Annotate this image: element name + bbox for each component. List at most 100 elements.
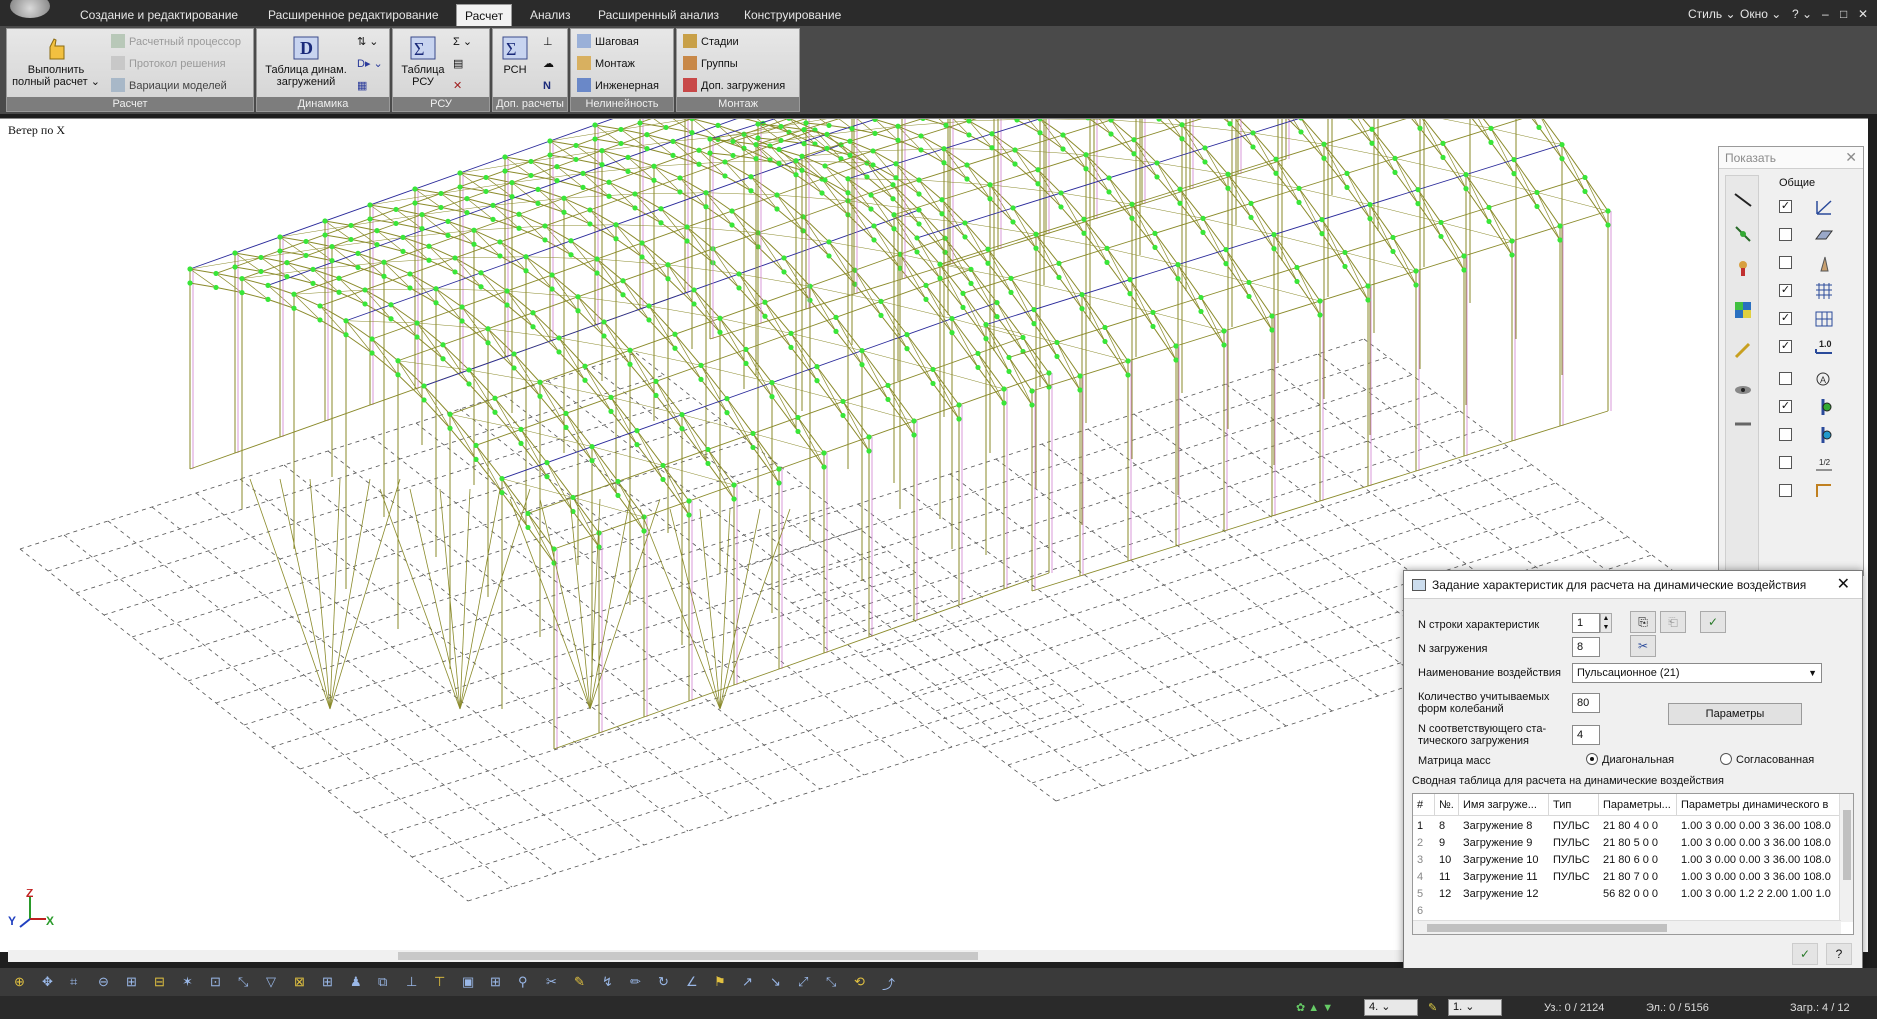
tab-advanced-analysis[interactable]: Расширенный анализ xyxy=(590,4,727,26)
extra-tool-2-icon[interactable]: ☁ xyxy=(543,55,554,73)
dynamics-tool-1-icon[interactable]: ⇅ ⌄ xyxy=(357,33,379,51)
row-number-spinner[interactable]: ▲ ▼ xyxy=(1600,613,1612,633)
toolbar-tool-22-icon[interactable]: ✏ xyxy=(630,974,646,990)
toolbar-tool-21-icon[interactable]: ↯ xyxy=(602,974,618,990)
toolbar-tool-12-icon[interactable]: ♟ xyxy=(350,974,366,990)
toolbar-tool-25-icon[interactable]: ⚑ xyxy=(714,974,730,990)
toolbar-tool-0-icon[interactable]: ⊕ xyxy=(14,974,30,990)
row-number-input[interactable]: 1 xyxy=(1572,613,1600,633)
show-row-supports[interactable] xyxy=(1779,253,1859,275)
col-type[interactable]: Тип xyxy=(1549,794,1599,816)
show-check-4[interactable]: ✓ xyxy=(1779,312,1792,325)
col-dyn-params[interactable]: Параметры динамического в xyxy=(1677,794,1841,816)
table-row[interactable]: 2 9 Загружение 9 ПУЛЬС 21 80 5 0 0 1.00 3 0.0… xyxy=(1413,835,1841,852)
delete-row-icon[interactable]: ✂ xyxy=(1630,635,1656,657)
rsu-table-button[interactable]: Σ Таблица РСУ xyxy=(397,33,449,88)
toolbar-tool-30-icon[interactable]: ⟲ xyxy=(854,974,870,990)
restore-icon[interactable]: □ xyxy=(1840,4,1847,24)
pencil-display-icon[interactable] xyxy=(1733,340,1753,360)
style-menu[interactable]: Стиль ⌄ xyxy=(1688,4,1736,24)
extra-loads-button[interactable]: Доп. загружения xyxy=(683,77,785,95)
toolbar-tool-28-icon[interactable]: ⤢ xyxy=(798,974,814,990)
toolbar-tool-24-icon[interactable]: ∠ xyxy=(686,974,702,990)
show-check-7[interactable]: ✓ xyxy=(1779,400,1792,413)
show-check-9[interactable] xyxy=(1779,456,1792,469)
step-nonlinear-button[interactable]: Шаговая xyxy=(577,33,639,51)
show-check-0[interactable]: ✓ xyxy=(1779,200,1792,213)
toolbar-tool-10-icon[interactable]: ⊠ xyxy=(294,974,310,990)
show-row-section[interactable] xyxy=(1779,481,1859,503)
app-logo-icon[interactable] xyxy=(10,0,50,18)
show-check-2[interactable] xyxy=(1779,256,1792,269)
dynamics-tool-2-icon[interactable]: D▸ ⌄ xyxy=(357,55,383,73)
parameters-button[interactable]: Параметры xyxy=(1668,703,1802,725)
toolbar-tool-29-icon[interactable]: ⤡ xyxy=(826,974,842,990)
stages-button[interactable]: Стадии xyxy=(683,33,739,51)
static-load-input[interactable]: 4 xyxy=(1572,725,1600,745)
rsu-tool-3-icon[interactable]: ✕ xyxy=(453,77,462,95)
show-row-labels[interactable]: A xyxy=(1779,369,1859,391)
groups-button[interactable]: Группы xyxy=(683,55,738,73)
col-number[interactable]: №. xyxy=(1435,794,1459,816)
toolbar-tool-5-icon[interactable]: ⊟ xyxy=(154,974,170,990)
dynamics-tool-3-icon[interactable]: ▦ xyxy=(357,77,367,95)
apply-row-icon[interactable]: ✓ xyxy=(1700,611,1726,633)
dialog-help-icon[interactable]: ? xyxy=(1826,943,1852,965)
ruler-display-icon[interactable] xyxy=(1733,414,1753,434)
show-check-1[interactable] xyxy=(1779,228,1792,241)
tab-calculation[interactable]: Расчет xyxy=(456,4,513,26)
show-check-5[interactable]: ✓ xyxy=(1779,340,1792,353)
window-menu[interactable]: Окно ⌄ xyxy=(1740,4,1781,24)
show-row-hinges[interactable]: ✓ xyxy=(1779,397,1859,419)
tab-create-edit[interactable]: Создание и редактирование xyxy=(72,4,246,26)
modes-count-input[interactable]: 80 xyxy=(1572,693,1600,713)
viewport-hscroll-thumb[interactable] xyxy=(398,952,978,960)
dialog-titlebar[interactable]: Задание характеристик для расчета на дин… xyxy=(1404,571,1862,599)
calc-processor-button[interactable]: Расчетный процессор xyxy=(111,33,241,51)
normal-force-icon[interactable]: N xyxy=(543,77,551,95)
dialog-ok-icon[interactable]: ✓ xyxy=(1792,943,1818,965)
toolbar-tool-15-icon[interactable]: ⊤ xyxy=(434,974,450,990)
status-combo-1[interactable]: 4. ⌄ xyxy=(1364,999,1418,1016)
tab-design[interactable]: Конструирование xyxy=(736,4,849,26)
table-row[interactable]: 6 xyxy=(1413,903,1841,920)
mass-diagonal-radio[interactable]: Диагональная xyxy=(1586,753,1674,767)
table-vscroll-thumb[interactable] xyxy=(1843,810,1851,880)
node-display-icon[interactable] xyxy=(1733,224,1753,244)
status-pencil-icon[interactable]: ✎ xyxy=(1428,1000,1437,1016)
toolbar-tool-20-icon[interactable]: ✎ xyxy=(574,974,590,990)
toolbar-tool-1-icon[interactable]: ✥ xyxy=(42,974,58,990)
copy-row-icon[interactable]: ⎘ xyxy=(1630,611,1656,633)
dynamic-loads-table-button[interactable]: D Таблица динам. загружений xyxy=(261,33,351,88)
toolbar-tool-14-icon[interactable]: ⊥ xyxy=(406,974,422,990)
toolbar-tool-4-icon[interactable]: ⊞ xyxy=(126,974,142,990)
show-panel-close-icon[interactable]: ✕ xyxy=(1845,149,1857,166)
show-check-10[interactable] xyxy=(1779,484,1792,497)
toolbar-tool-27-icon[interactable]: ↘ xyxy=(770,974,786,990)
summary-table[interactable]: # №. Имя загруже... Тип Параметры... Пар… xyxy=(1412,793,1854,935)
rsn-button[interactable]: Σ РСН xyxy=(497,33,533,76)
toolbar-tool-8-icon[interactable]: ⤡ xyxy=(238,974,254,990)
show-row-dimension[interactable]: 1/2 xyxy=(1779,453,1859,475)
table-horizontal-scrollbar[interactable] xyxy=(1413,920,1841,934)
engineering-nonlinear-button[interactable]: Инженерная xyxy=(577,77,659,95)
model-variations-button[interactable]: Вариации моделей xyxy=(111,77,227,95)
show-check-8[interactable] xyxy=(1779,428,1792,441)
toolbar-tool-19-icon[interactable]: ✂ xyxy=(546,974,562,990)
mosaic-display-icon[interactable] xyxy=(1733,300,1753,320)
show-row-plates[interactable] xyxy=(1779,225,1859,247)
toolbar-tool-9-icon[interactable]: ▽ xyxy=(266,974,282,990)
show-row-local-axes[interactable]: ✓ xyxy=(1779,197,1859,219)
show-row-grid[interactable]: ✓ xyxy=(1779,309,1859,331)
table-hscroll-thumb[interactable] xyxy=(1427,924,1667,932)
show-row-scale[interactable]: ✓ 1.0 xyxy=(1779,337,1859,359)
bar-display-icon[interactable] xyxy=(1733,190,1753,210)
protocol-button[interactable]: Протокол решения xyxy=(111,55,226,73)
help-icon[interactable]: ? ⌄ xyxy=(1792,4,1812,24)
mass-consistent-radio[interactable]: Согласованная xyxy=(1720,753,1814,767)
run-full-calc-button[interactable]: Выполнить полный расчет ⌄ xyxy=(11,33,101,88)
tab-advanced-edit[interactable]: Расширенное редактирование xyxy=(260,4,447,26)
status-combo-2[interactable]: 1. ⌄ xyxy=(1448,999,1502,1016)
show-row-hinges-2[interactable] xyxy=(1779,425,1859,447)
toolbar-tool-31-icon[interactable]: ⤴ xyxy=(882,974,898,992)
